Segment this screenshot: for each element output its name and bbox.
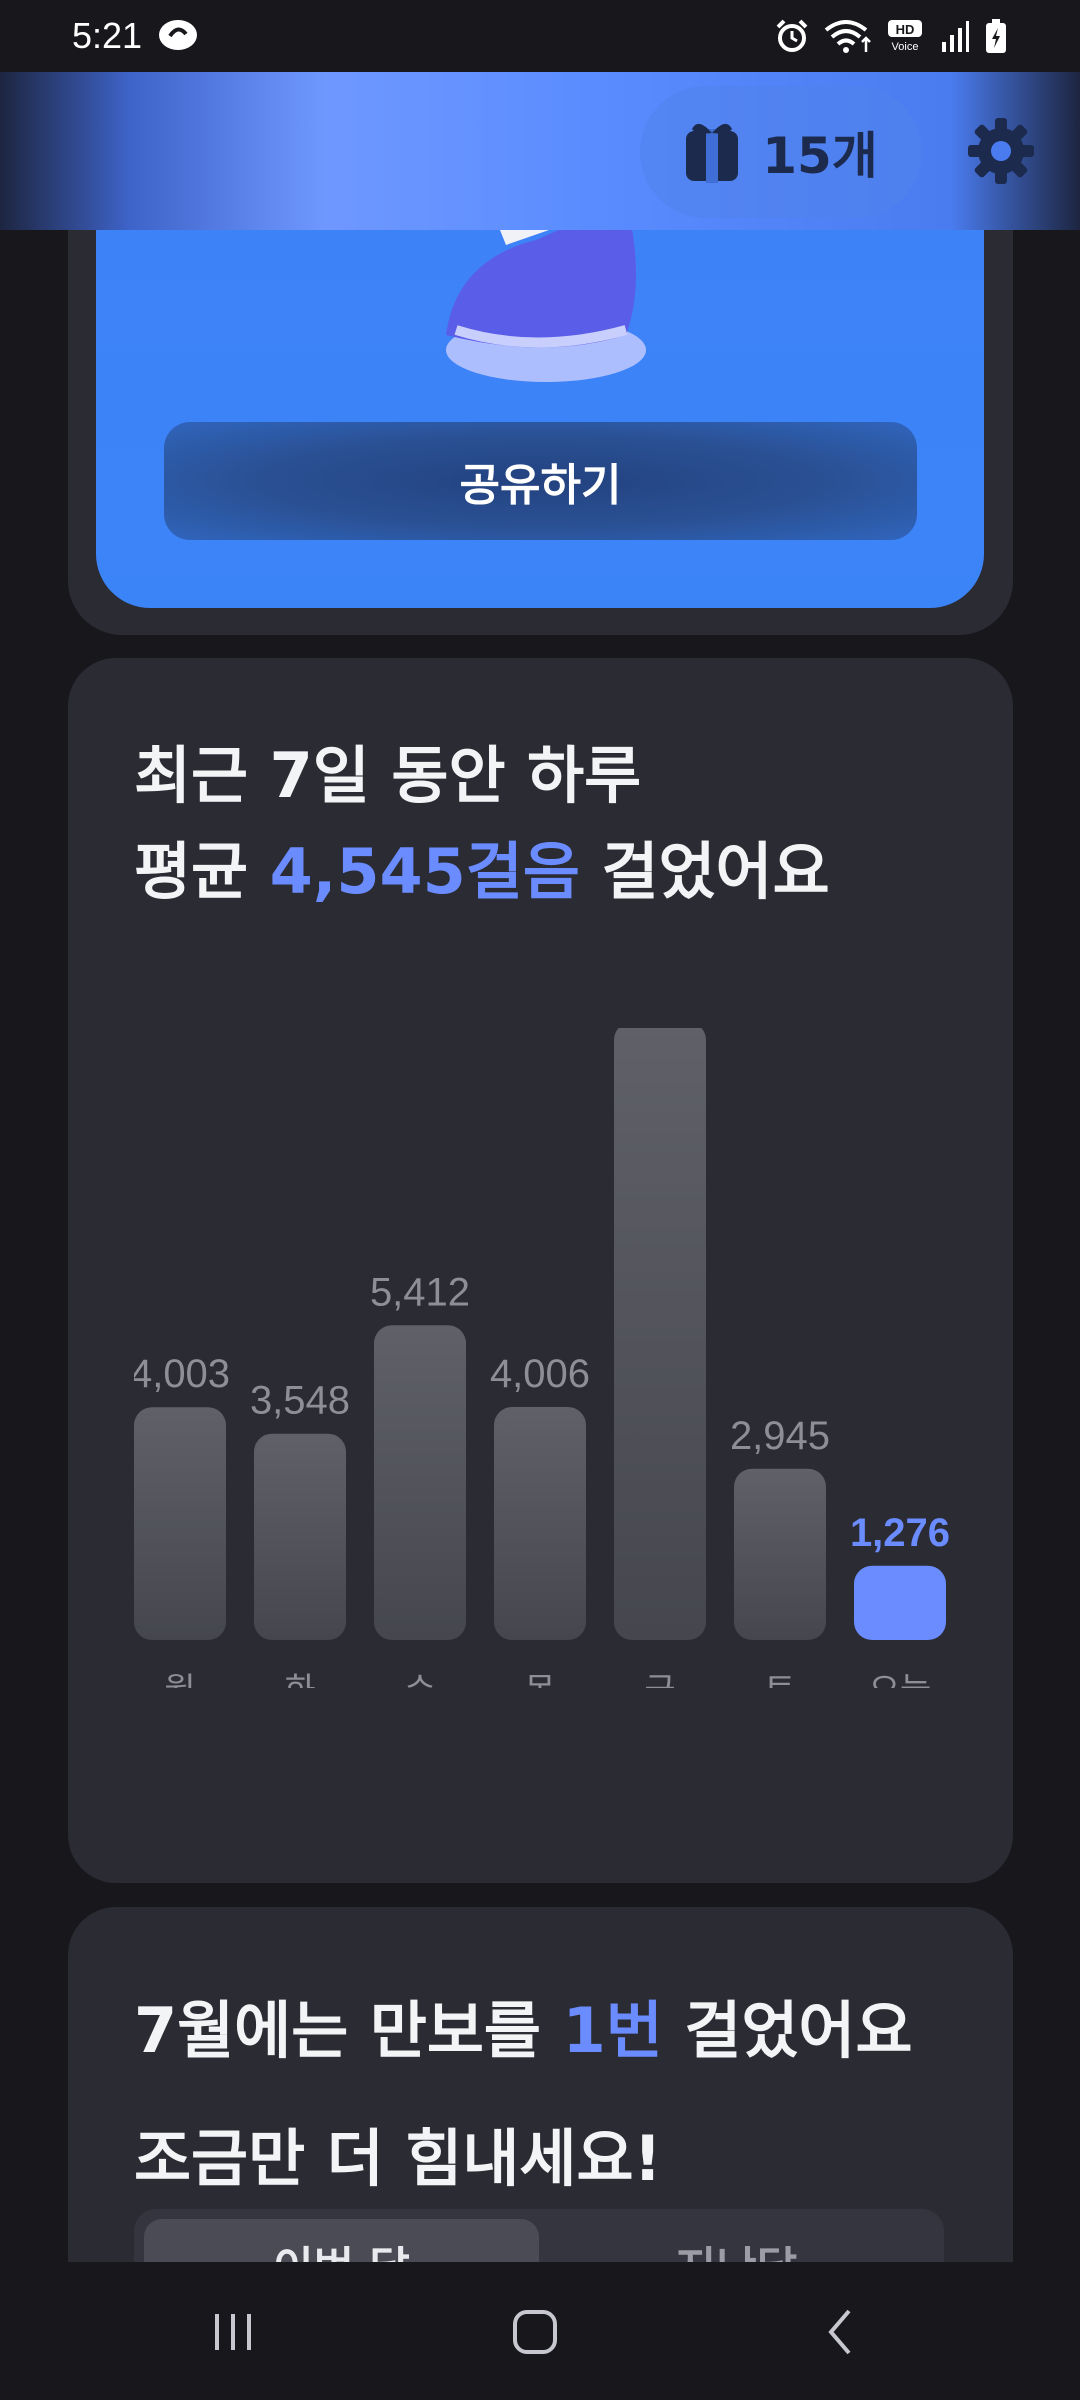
recent-apps-button[interactable] [188,2292,278,2372]
chart-bar [734,1468,826,1640]
svg-text:Voice: Voice [892,41,919,53]
status-icons: HD Voice [774,18,1008,54]
share-button[interactable]: 공유하기 [164,422,917,540]
weekly-headline: 최근 7일 동안 하루 평균 4,545걸음 걸었어요 [134,728,954,920]
monthly-headline-line2: 조금만 더 힘내세요! [134,2122,662,2195]
chart-bar [254,1433,346,1640]
chart-bar [614,1028,706,1640]
battery-charging-icon [986,19,1006,53]
chart-value-label: 4,006 [490,1352,590,1396]
weekly-headline-line2: 평균 4,545걸음 걸었어요 [134,824,954,920]
monthly-count: 1번 [562,1994,663,2067]
gear-icon[interactable] [966,116,1036,186]
chart-bar [134,1407,226,1640]
weekly-steps-chart: 4,003월3,548화5,412수4,006목10,628금2,945토1,2… [134,1028,949,1688]
chart-day-label: 월 [164,1671,195,1688]
monthly-headline: 7월에는 만보를 1번 걸었어요 조금만 더 힘내세요! [134,1967,994,2223]
svg-text:HD: HD [896,22,915,37]
weekly-steps-card: 최근 7일 동안 하루 평균 4,545걸음 걸었어요 4,003 월 3,548 화… [68,658,1013,1883]
weekly-average-steps: 4,545걸음 [269,835,580,908]
status-bar: 5:21 HD Voice [0,0,1080,72]
chart-day-label: 목 [524,1671,555,1688]
hd-voice-icon: HD Voice [888,20,922,53]
gift-count: 15개 [762,127,878,185]
system-nav-bar [0,2262,1080,2400]
chart-day-label: 금 [644,1671,675,1688]
signal-icon [942,21,969,52]
chart-value-label: 2,945 [730,1414,830,1458]
status-time: 5:21 [72,15,143,56]
home-icon [513,2310,557,2354]
monthly-headline-line1: 7월에는 만보를 1번 걸었어요 [134,1967,994,2095]
chart-day-label: 오늘 [869,1671,932,1688]
monthly-prefix: 7월에는 만보를 [134,1994,563,2067]
chart-value-label: 5,412 [370,1270,470,1314]
top-header: 15개 [0,72,1080,230]
monthly-suffix: 걸었어요 [662,1994,913,2067]
chart-bar [494,1407,586,1640]
chart-bar [374,1325,466,1640]
back-icon [828,2309,851,2355]
chart-day-label: 화 [284,1671,315,1688]
chart-value-label: 4,003 [134,1352,230,1396]
chart-value-label: 3,548 [250,1379,350,1423]
weekly-headline-line1: 최근 7일 동안 하루 [134,739,642,812]
gift-icon [686,123,739,183]
message-bubble-icon [159,20,198,50]
chart-bar-today [854,1565,946,1640]
back-button[interactable] [796,2292,886,2372]
chart-day-label: 토 [764,1671,795,1688]
chart-value-label: 1,276 [850,1511,949,1555]
gift-count-button[interactable]: 15개 [640,86,922,218]
weekly-suffix: 걸었어요 [579,835,830,908]
home-button[interactable] [490,2292,580,2372]
chart-day-label: 수 [404,1671,435,1688]
alarm-icon [776,19,808,52]
share-button-label: 공유하기 [459,460,622,511]
recent-apps-icon [215,2314,251,2350]
wifi-icon [824,20,871,53]
weekly-prefix: 평균 [134,835,270,908]
